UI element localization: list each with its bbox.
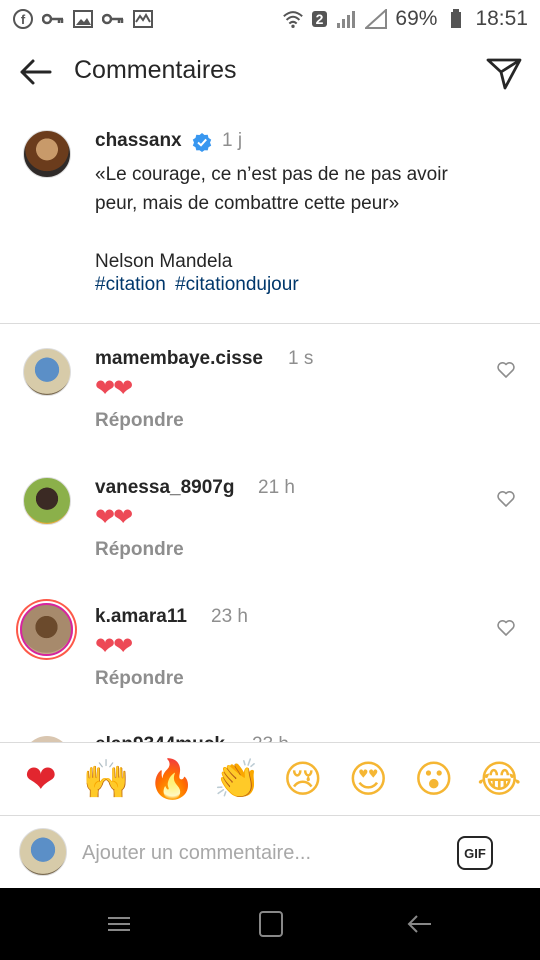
page-title: Commentaires	[74, 56, 237, 84]
back-nav-icon[interactable]	[405, 910, 435, 938]
emoji-laughing-button[interactable]: 😂	[475, 755, 523, 803]
comment-timestamp: 23 h	[252, 734, 289, 742]
comment-username[interactable]: elan9344muck	[95, 734, 225, 742]
comment-item: k.amara11 23 h ❤❤ Répondre	[0, 603, 540, 735]
paper-plane-icon	[486, 58, 522, 90]
signal-icon	[365, 8, 388, 30]
avatar-story-ring[interactable]	[20, 603, 73, 656]
comment-username[interactable]: mamembaye.cisse	[95, 348, 263, 370]
comment-timestamp: 21 h	[258, 477, 295, 498]
key-icon	[42, 8, 64, 30]
emoji-heart-button[interactable]: ❤	[17, 755, 65, 803]
comment-input[interactable]	[82, 838, 422, 868]
comment-text: ❤❤	[95, 504, 133, 531]
arrow-left-icon	[20, 59, 52, 85]
reply-button[interactable]: Répondre	[95, 410, 184, 432]
comment-item-partial: elan9344muck 23 h	[0, 730, 540, 742]
image-icon	[72, 8, 94, 30]
emoji-clap-button[interactable]: 👏	[213, 755, 261, 803]
comment-item: vanessa_8907g 21 h ❤❤ Répondre	[0, 477, 540, 606]
battery-percent: 69%	[395, 7, 438, 30]
caption-line: «Le courage, ce n’est pas de ne pas avoi…	[95, 164, 448, 185]
comment-username[interactable]: vanessa_8907g	[95, 477, 234, 499]
emoji-reaction-bar: ❤ 🙌 🔥 👏 😢 😍 😮 😂	[0, 742, 540, 816]
caption-line	[95, 218, 515, 247]
recent-apps-icon[interactable]	[104, 910, 134, 938]
back-button[interactable]	[16, 52, 56, 92]
clock: 18:51	[475, 7, 528, 30]
home-icon[interactable]	[256, 910, 286, 938]
avatar	[19, 828, 67, 876]
comment-timestamp: 23 h	[211, 606, 248, 627]
gif-button[interactable]: GIF	[457, 836, 493, 870]
avatar[interactable]	[23, 477, 71, 525]
verified-badge-icon	[192, 133, 212, 152]
emoji-surprised-button[interactable]: 😮	[410, 755, 458, 803]
like-heart-icon[interactable]	[496, 618, 516, 638]
comment-username[interactable]: k.amara11	[95, 606, 187, 628]
comment-item: mamembaye.cisse 1 s ❤❤ Répondre	[0, 348, 540, 477]
activity-icon	[132, 8, 154, 30]
battery-icon	[445, 8, 467, 30]
reply-button[interactable]: Répondre	[95, 668, 184, 690]
key-icon	[102, 8, 124, 30]
post-caption: chassanx 1 j «Le courage, ce n’est pas d…	[0, 108, 540, 324]
svg-text:f: f	[21, 12, 26, 27]
status-system-icons: 2 69% 18:51	[282, 7, 528, 31]
facebook-icon: f	[12, 8, 34, 30]
like-heart-icon[interactable]	[496, 489, 516, 509]
caption-text: «Le courage, ce n’est pas de ne pas avoi…	[95, 160, 515, 276]
emoji-raised-hands-button[interactable]: 🙌	[82, 755, 130, 803]
signal-icon	[335, 8, 357, 30]
emoji-fire-button[interactable]: 🔥	[148, 755, 196, 803]
avatar[interactable]	[23, 130, 71, 178]
system-navigation-bar	[0, 888, 540, 960]
top-app-bar: Commentaires	[0, 38, 540, 106]
comment-composer: GIF	[0, 816, 540, 888]
caption-timestamp: 1 j	[222, 130, 243, 151]
emoji-crying-button[interactable]: 😢	[279, 755, 327, 803]
hashtag-link[interactable]: #citation	[95, 274, 166, 295]
avatar[interactable]	[23, 348, 71, 396]
comment-timestamp: 1 s	[288, 348, 314, 369]
status-notification-icons: f	[12, 8, 154, 30]
share-button[interactable]	[484, 52, 524, 92]
comment-text: ❤❤	[95, 375, 133, 402]
hashtag-link[interactable]: #citationdujour	[175, 274, 299, 295]
like-heart-icon[interactable]	[496, 360, 516, 380]
sim-badge: 2	[311, 11, 328, 27]
wifi-icon	[282, 8, 304, 30]
caption-line: Nelson Mandela	[95, 251, 233, 272]
status-bar: f 2 69% 18:51	[0, 0, 540, 38]
caption-hashtags: #citation #citationdujour	[95, 274, 303, 296]
reply-button[interactable]: Répondre	[95, 539, 184, 561]
emoji-heart-eyes-button[interactable]: 😍	[344, 755, 392, 803]
caption-line: peur, mais de combattre cette peur»	[95, 193, 400, 214]
comment-text: ❤❤	[95, 633, 133, 660]
caption-username[interactable]: chassanx	[95, 130, 182, 152]
